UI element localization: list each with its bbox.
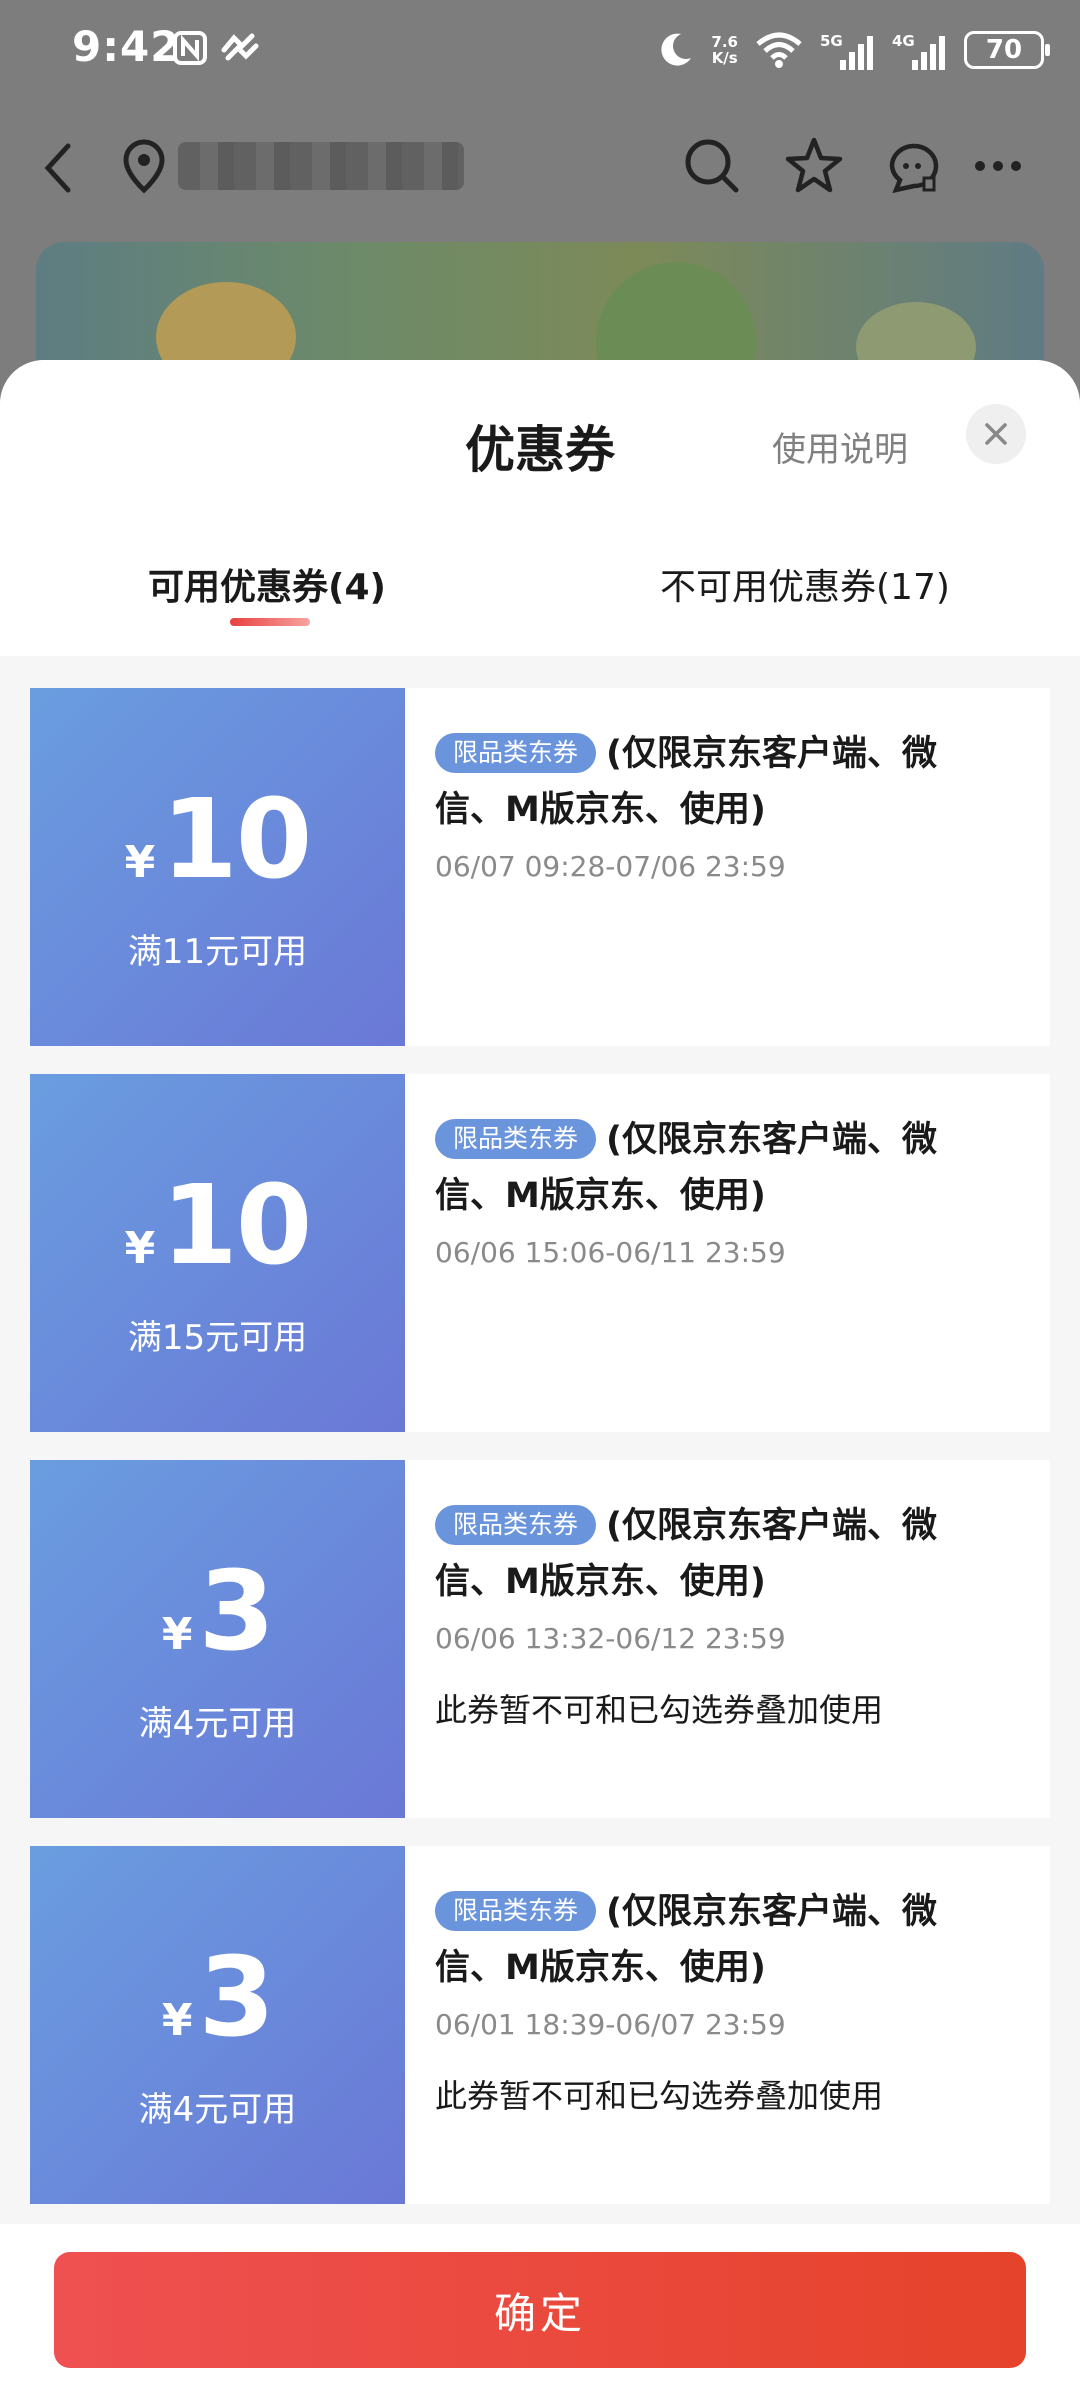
coupon-condition: 满4元可用: [138, 2090, 297, 2130]
coupon-amount-value: 3: [198, 1547, 276, 1675]
search-icon[interactable]: [680, 134, 744, 198]
coupon-amount-value: 10: [161, 775, 312, 903]
coupon-validity: 06/06 15:06-06/11 23:59: [435, 1236, 786, 1269]
location-pin-icon: [123, 139, 165, 194]
coupon-value-panel: ¥ 10 满11元可用: [25, 688, 405, 1046]
coupon-card[interactable]: ¥ 3 满4元可用 限品类东券 (仅限京东客户端、微信、M版京东、使用) 06/0…: [25, 1846, 1050, 2204]
coupon-type-tag: 限品类东券: [435, 1891, 597, 1931]
currency-symbol: ¥: [161, 1995, 193, 2046]
coupon-card[interactable]: ¥ 3 满4元可用 限品类东券 (仅限京东客户端、微信、M版京东、使用) 06/0…: [25, 1460, 1050, 1818]
coupon-amount: ¥ 10: [30, 784, 405, 894]
close-icon: [985, 423, 1007, 445]
sheet-header: 优惠券 使用说明 可用优惠券(4) 不可用优惠券(17): [0, 360, 1080, 656]
coupon-card[interactable]: ¥ 10 满11元可用 限品类东券 (仅限京东客户端、微信、M版京东、使用) 06…: [25, 688, 1050, 1046]
more-menu-icon[interactable]: [966, 134, 1030, 198]
signal-5g-label: 5G: [820, 32, 843, 50]
coupon-value-panel: ¥ 3 满4元可用: [25, 1846, 405, 2204]
coupon-info: 限品类东券 (仅限京东客户端、微信、M版京东、使用) 06/06 15:06-06…: [405, 1074, 1050, 1432]
coupon-stack-note: 此券暂不可和已勾选券叠加使用: [435, 1691, 884, 1729]
sheet-title: 优惠券: [465, 421, 615, 479]
coupon-description: 限品类东券 (仅限京东客户端、微信、M版京东、使用): [435, 726, 995, 838]
coupon-description: 限品类东券 (仅限京东客户端、微信、M版京东、使用): [435, 1498, 995, 1610]
status-time: 9:42: [72, 22, 181, 71]
close-button[interactable]: [966, 404, 1026, 464]
coupon-description: 限品类东券 (仅限京东客户端、微信、M版京东、使用): [435, 1884, 995, 1996]
background-page: 9:42 7.6 K/s 5G 4G 70: [0, 0, 1080, 422]
coupon-bottom-sheet: 优惠券 使用说明 可用优惠券(4) 不可用优惠券(17) ¥ 10 满11元可用…: [0, 360, 1080, 2400]
store-nav-bar: [0, 120, 1080, 220]
battery-indicator: 70: [964, 31, 1050, 69]
coupon-condition: 满15元可用: [127, 1318, 308, 1358]
coupon-info: 限品类东券 (仅限京东客户端、微信、M版京东、使用) 06/07 09:28-07…: [405, 688, 1050, 1046]
coupon-stack-note: 此券暂不可和已勾选券叠加使用: [435, 2077, 884, 2115]
network-speed-unit: K/s: [711, 49, 738, 67]
tab-available-coupons[interactable]: 可用优惠券(4): [148, 558, 386, 610]
coupon-amount: ¥ 3: [30, 1556, 405, 1666]
currency-symbol: ¥: [124, 1223, 156, 1274]
coupon-type-tag: 限品类东券: [435, 1505, 597, 1545]
star-favorite-icon[interactable]: [782, 134, 846, 198]
coupon-amount-value: 10: [161, 1161, 312, 1289]
cellular-signal-5g-icon: 5G: [820, 32, 873, 70]
tab-unavailable-coupons[interactable]: 不可用优惠券(17): [660, 558, 950, 610]
app-notification-icon: [221, 33, 259, 61]
moon-icon: [661, 33, 692, 66]
cellular-signal-4g-icon: 4G: [892, 32, 945, 70]
wifi-icon: [756, 32, 802, 68]
coupon-info: 限品类东券 (仅限京东客户端、微信、M版京东、使用) 06/06 13:32-06…: [405, 1460, 1050, 1818]
coupon-type-tag: 限品类东券: [435, 1119, 597, 1159]
coupon-amount: ¥ 3: [30, 1942, 405, 2052]
currency-symbol: ¥: [124, 837, 156, 888]
coupon-amount-value: 3: [198, 1933, 276, 2061]
coupon-description: 限品类东券 (仅限京东客户端、微信、M版京东、使用): [435, 1112, 995, 1224]
network-speed: 7.6 K/s: [711, 34, 738, 66]
coupon-validity: 06/01 18:39-06/07 23:59: [435, 2008, 786, 2041]
coupon-card[interactable]: ¥ 10 满15元可用 限品类东券 (仅限京东客户端、微信、M版京东、使用) 06…: [25, 1074, 1050, 1432]
coupon-condition: 满4元可用: [138, 1704, 297, 1744]
customer-service-icon[interactable]: [882, 134, 946, 198]
coupon-amount: ¥ 10: [30, 1170, 405, 1280]
network-speed-value: 7.6: [711, 33, 738, 51]
nfc-icon: [173, 31, 207, 65]
sheet-footer: 确定: [0, 2224, 1080, 2400]
active-tab-indicator: [230, 618, 310, 626]
confirm-button[interactable]: 确定: [54, 2252, 1026, 2368]
coupon-type-tag: 限品类东券: [435, 733, 597, 773]
coupon-list: ¥ 10 满11元可用 限品类东券 (仅限京东客户端、微信、M版京东、使用) 06…: [0, 688, 1080, 2232]
coupon-validity: 06/07 09:28-07/06 23:59: [435, 850, 786, 883]
status-bar: 9:42 7.6 K/s 5G 4G 70: [0, 0, 1080, 100]
coupon-value-panel: ¥ 3 满4元可用: [25, 1460, 405, 1818]
coupon-value-panel: ¥ 10 满15元可用: [25, 1074, 405, 1432]
coupon-validity: 06/06 13:32-06/12 23:59: [435, 1622, 786, 1655]
coupon-info: 限品类东券 (仅限京东客户端、微信、M版京东、使用) 06/01 18:39-06…: [405, 1846, 1050, 2204]
back-arrow-icon[interactable]: [36, 138, 80, 198]
coupon-condition: 满11元可用: [127, 932, 308, 972]
blurred-store-name: [178, 142, 464, 190]
signal-4g-label: 4G: [892, 32, 915, 50]
status-icons: 7.6 K/s 5G 4G 70: [655, 28, 1050, 72]
usage-instructions-link[interactable]: 使用说明: [772, 422, 908, 471]
currency-symbol: ¥: [161, 1609, 193, 1660]
